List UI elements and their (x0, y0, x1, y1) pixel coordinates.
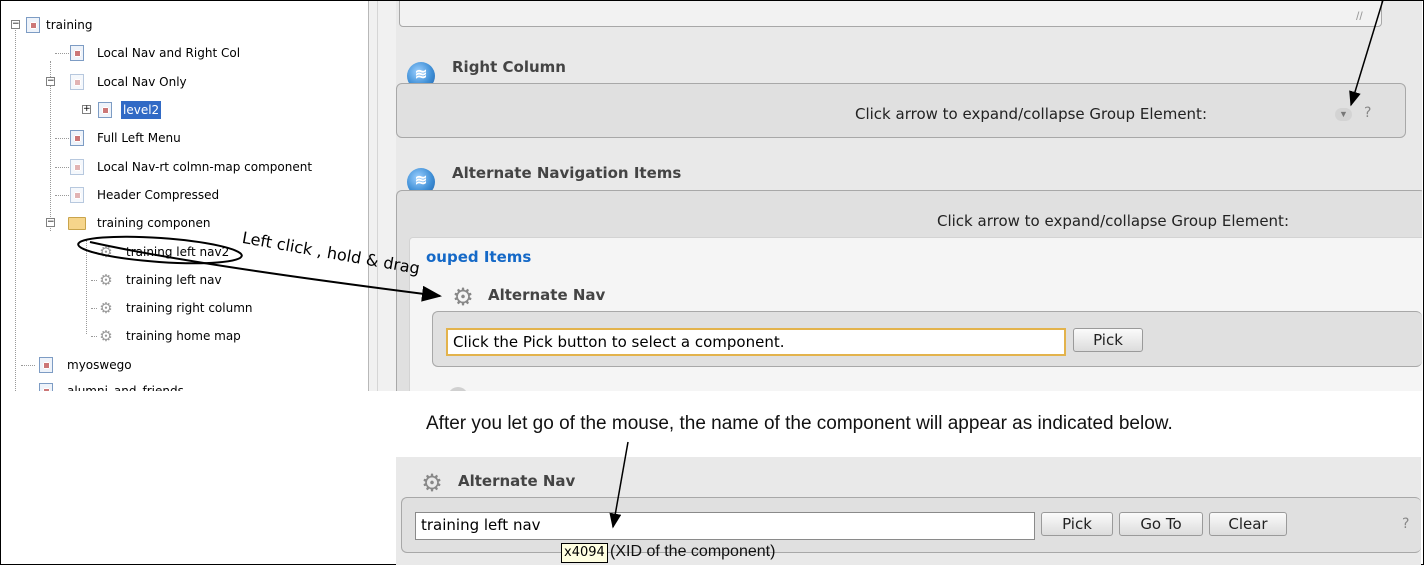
drag-highlight-ellipse (77, 235, 243, 265)
pointer-arrow-expand (1349, 0, 1384, 107)
annotation-overlay (77, 0, 1384, 529)
drag-arrow (89, 241, 442, 302)
pointer-arrow-input (609, 441, 629, 529)
